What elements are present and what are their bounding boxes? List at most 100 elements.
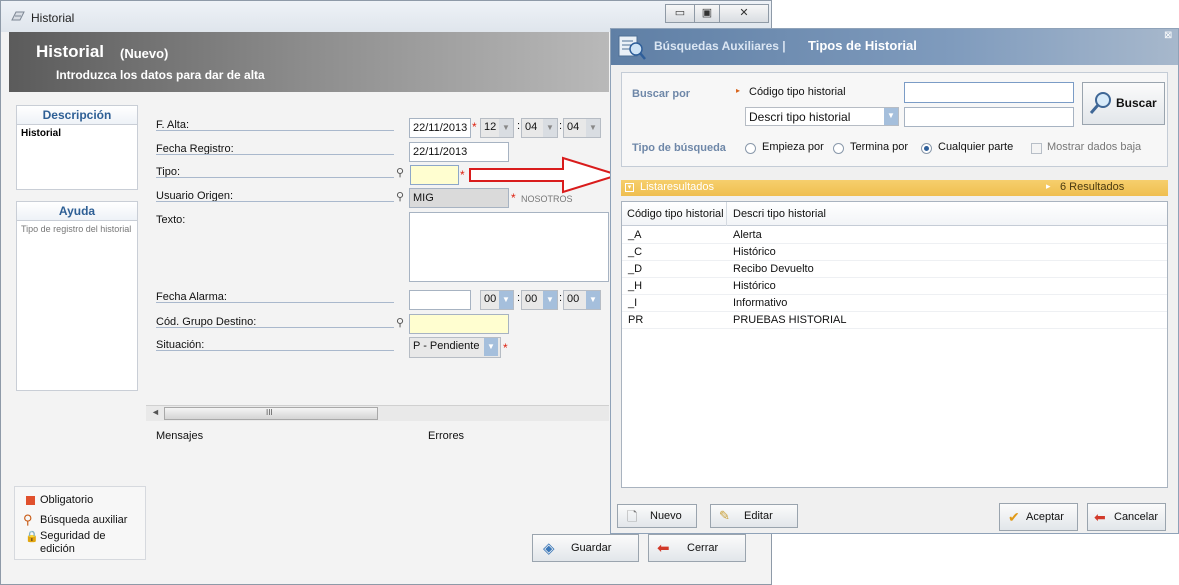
cerrar-label: Cerrar [687,542,719,554]
help-panel: Ayuda Tipo de registro del historial [16,201,138,391]
table-row[interactable]: _I Informativo [622,295,1167,312]
aceptar-label: Aceptar [1026,511,1064,523]
descri-select[interactable]: Descri tipo historial [745,107,899,126]
aceptar-button[interactable]: ✔ Aceptar [999,503,1078,531]
cerrar-button[interactable]: ⬅ Cerrar [648,534,746,562]
nuevo-button[interactable]: 🗋 Nuevo [617,504,697,528]
required-icon: * [472,120,477,134]
required-icon: * [460,168,465,182]
chevron-down-icon[interactable]: ▼ [586,291,600,309]
required-icon: * [503,341,508,355]
search-document-icon [618,35,646,60]
scroll-thumb[interactable]: III [164,407,378,420]
guardar-label: Guardar [571,542,612,554]
codigo-search-input[interactable] [904,82,1074,103]
descri-select-value: Descri tipo historial [749,110,851,124]
mode-label: (Nuevo) [120,46,169,61]
table-row[interactable]: _D Recibo Devuelto [622,261,1167,278]
row-descri: Histórico [733,246,776,258]
chevron-down-icon[interactable]: ▼ [499,291,513,309]
horizontal-scrollbar[interactable]: ◄ III [146,405,609,421]
buscar-button[interactable]: Buscar [1082,82,1165,125]
table-row[interactable]: _H Histórico [622,278,1167,295]
row-descri: Alerta [733,229,762,241]
collapse-icon[interactable]: ▾ [625,183,634,192]
column-header-descri[interactable]: Descri tipo historial [733,208,826,220]
f-alta-date-input[interactable]: 22/11/2013 [409,118,471,138]
cancelar-button[interactable]: ⬅ Cancelar [1087,503,1166,531]
editar-label: Editar [744,510,773,522]
divider [156,177,394,178]
radio-cualquier[interactable] [921,143,932,154]
situacion-value: P - Pendiente [413,340,480,352]
tipo-input[interactable] [410,165,459,185]
f-alta-minute-value: 04 [525,121,538,133]
row-codigo: _C [628,246,643,258]
results-table: Código tipo historial Descri tipo histor… [621,201,1168,488]
search-icon[interactable]: ⚲ [396,190,404,203]
buscar-por-label: Buscar por [632,88,691,100]
description-panel: Descripción Historial [16,105,138,190]
row-descri: Informativo [733,297,788,309]
row-codigo: _H [628,280,643,292]
row-codigo: _I [628,297,638,309]
fecha-alarma-date-input[interactable] [409,290,471,310]
row-codigo: _D [628,263,643,275]
time-separator: : [517,120,521,132]
mostrar-baja-label: Mostrar dados baja [1047,141,1142,153]
minimize-button[interactable]: ▭ [665,4,695,23]
chevron-down-icon[interactable]: ▼ [484,338,498,356]
search-icon[interactable]: ⚲ [396,166,404,179]
table-row[interactable]: _A Alerta [622,227,1167,244]
descri-search-input[interactable] [904,107,1074,127]
close-window-button[interactable]: ✕ [719,4,769,23]
close-icon[interactable]: ⊠ [1164,30,1172,41]
chevron-down-icon[interactable]: ▼ [586,119,600,137]
termina-label: Termina por [850,141,909,153]
row-codigo: _A [628,229,642,241]
time-separator: : [559,120,563,132]
search-legend-icon: ⚲ [23,512,33,527]
radio-empieza[interactable] [745,143,756,154]
app-icon [11,11,25,21]
table-row[interactable]: _C Histórico [622,244,1167,261]
pencil-icon: ✎ [719,508,730,523]
row-codigo: PR [628,314,644,326]
cod-grupo-input[interactable] [409,314,509,334]
search-icon[interactable]: ⚲ [396,316,404,329]
results-bar: ▾ Listaresultados ▸ 6 Resultados [621,180,1168,196]
chevron-down-icon[interactable]: ▼ [499,119,513,137]
radio-termina[interactable] [833,143,844,154]
mostrar-baja-checkbox[interactable] [1031,143,1042,154]
table-row[interactable]: PR PRUEBAS HISTORIAL [622,312,1167,329]
chevron-down-icon[interactable]: ▼ [543,291,557,309]
empieza-label: Empieza por [762,141,824,153]
maximize-button[interactable]: ▣ [694,4,720,23]
help-text: Tipo de registro del historial [21,224,132,234]
fecha-alarma-minute-value: 00 [525,293,538,305]
busquedas-dialog: Búsquedas Auxiliares | Tipos de Historia… [610,28,1179,534]
new-document-icon: 🗋 [627,509,638,524]
table-header: Código tipo historial Descri tipo histor… [622,202,1167,226]
divider [156,350,394,351]
row-descri: Recibo Devuelto [733,263,814,275]
divider [156,201,394,202]
scroll-left-icon[interactable]: ◄ [151,407,160,417]
help-title: Ayuda [17,202,137,221]
editar-button[interactable]: ✎ Editar [710,504,798,528]
chevron-down-icon[interactable]: ▼ [543,119,557,137]
texto-textarea[interactable] [409,212,609,282]
tipo-busqueda-label: Tipo de búsqueda [632,142,726,154]
guardar-button[interactable]: ◈ Guardar [532,534,639,562]
search-criteria-box: Buscar por ▸ Código tipo historial Descr… [621,72,1168,167]
close-door-icon: ⬅ [657,540,670,557]
pointer-arrow-icon [469,156,622,194]
time-separator: : [559,292,563,304]
save-icon: ◈ [543,540,555,557]
column-header-codigo[interactable]: Código tipo historial [627,208,724,220]
chevron-down-icon[interactable]: ▼ [884,108,898,125]
dialog-header[interactable]: Búsquedas Auxiliares | Tipos de Historia… [611,29,1178,65]
legend-busqueda: Búsqueda auxiliar [40,514,128,526]
divider [156,154,394,155]
legend-panel: Obligatorio ⚲ Búsqueda auxiliar 🔒 Seguri… [14,486,146,560]
